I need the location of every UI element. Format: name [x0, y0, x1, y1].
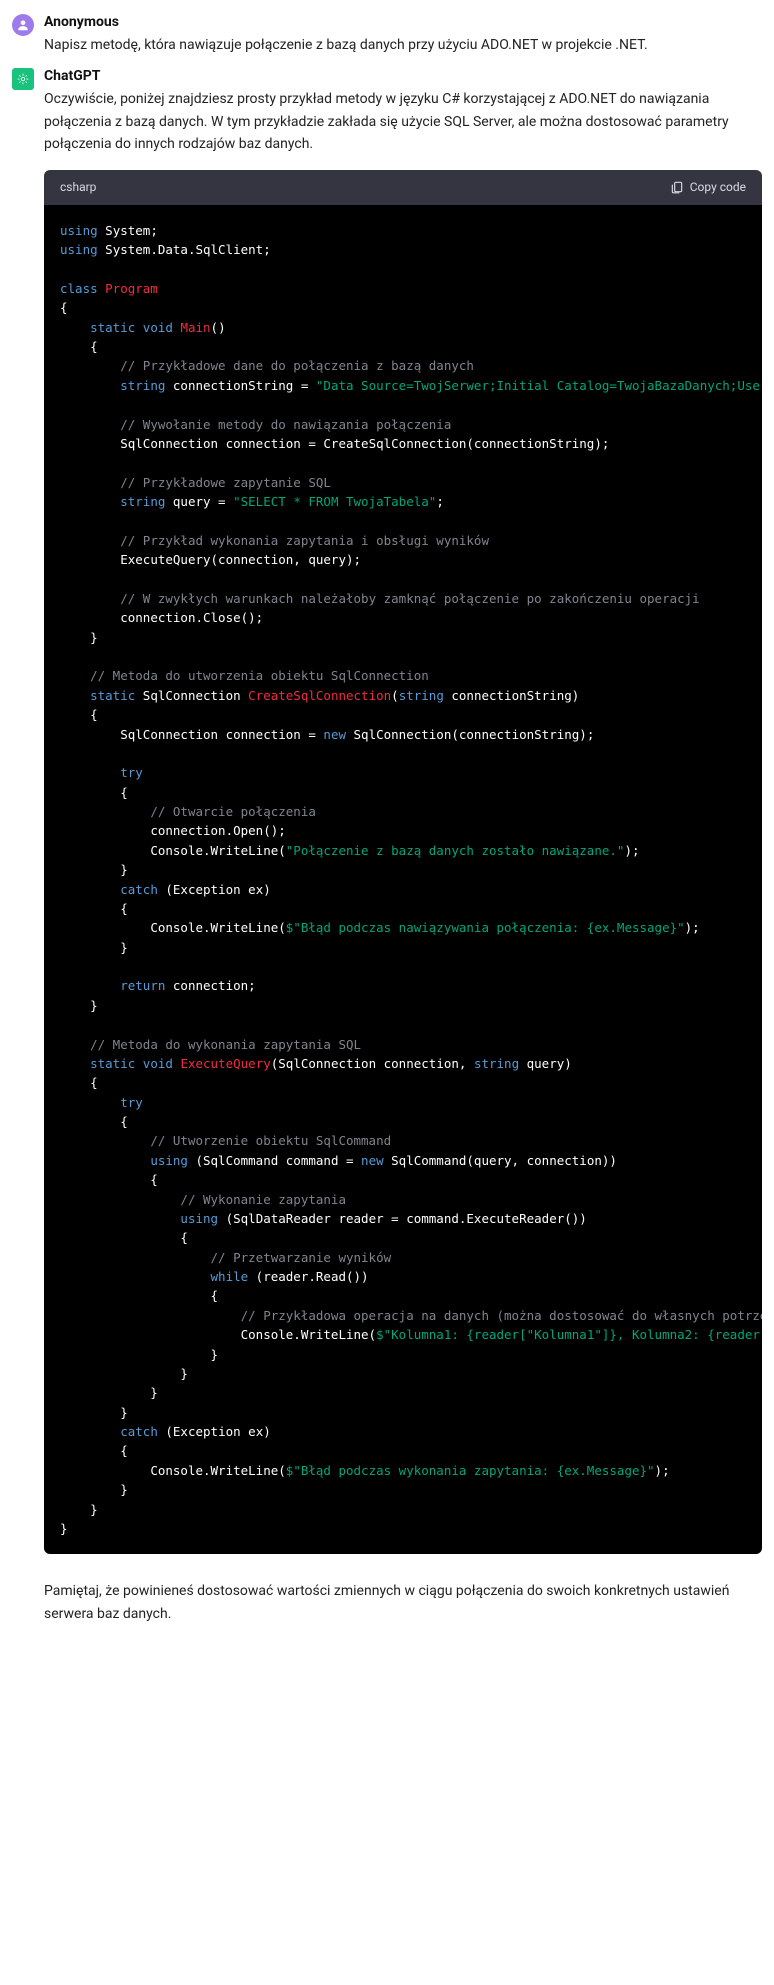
- code-body[interactable]: using System; using System.Data.SqlClien…: [44, 205, 762, 1555]
- code-lang-label: csharp: [60, 178, 96, 197]
- user-author: Anonymous: [44, 14, 762, 30]
- user-message: Anonymous Napisz metodę, która nawiązuje…: [0, 8, 774, 62]
- assistant-avatar-icon: [12, 68, 34, 90]
- assistant-author: ChatGPT: [44, 68, 762, 84]
- code-content: using System; using System.Data.SqlClien…: [60, 221, 746, 1539]
- code-header: csharp Copy code: [44, 170, 762, 205]
- user-avatar-icon: [12, 14, 34, 36]
- copy-code-label: Copy code: [690, 180, 746, 194]
- assistant-intro: Oczywiście, poniżej znajdziesz prosty pr…: [44, 88, 762, 155]
- clipboard-icon: [670, 180, 684, 194]
- assistant-outro: Pamiętaj, że powinieneś dostosować warto…: [44, 1580, 762, 1625]
- user-text: Napisz metodę, która nawiązuje połączeni…: [44, 34, 762, 56]
- copy-code-button[interactable]: Copy code: [670, 180, 746, 194]
- code-block: csharp Copy code using System; using Sys…: [44, 170, 762, 1555]
- assistant-message: ChatGPT Oczywiście, poniżej znajdziesz p…: [0, 62, 774, 1645]
